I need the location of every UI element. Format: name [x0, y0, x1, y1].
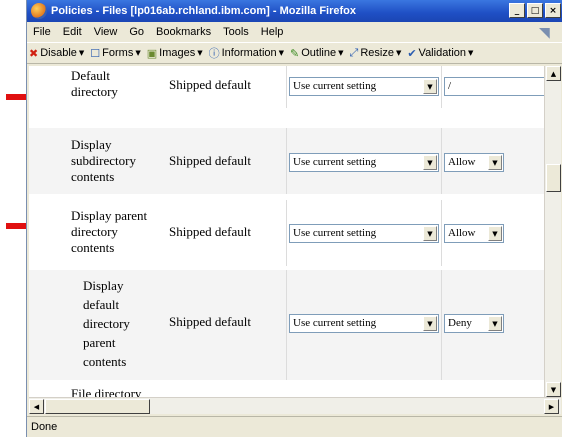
minimize-button[interactable]: _ [509, 3, 525, 18]
setting-select[interactable]: Use current setting ▼ [289, 224, 439, 243]
toolbar-information-button[interactable]: ⓘ Information ▼ [209, 45, 284, 61]
horizontal-scrollbar[interactable]: ◀ ▶ [29, 397, 561, 414]
policy-source: Shipped default [169, 77, 251, 92]
toolbar-images-button[interactable]: ▣ Images ▼ [147, 47, 203, 60]
scroll-left-icon[interactable]: ◀ [29, 399, 44, 414]
policy-row-default-directory: Default directory Shipped default Use cur… [29, 66, 544, 108]
forms-icon: ☐ [90, 46, 101, 60]
vertical-scroll-thumb[interactable] [546, 164, 561, 192]
status-text: Done [31, 421, 58, 433]
menu-file[interactable]: File [27, 26, 57, 38]
policy-row-display-subdirectory: Display subdirectory contents Shipped defa… [29, 128, 544, 194]
dropdown-icon: ▼ [197, 49, 203, 57]
toolbar-resize-button[interactable]: ⤢ Resize ▼ [350, 46, 402, 60]
resize-icon: ⤢ [349, 46, 359, 59]
policy-name: Default directory [71, 68, 118, 99]
browser-window: Policies - Files [lp016ab.rchland.ibm.co… [26, 0, 562, 437]
info-icon: ⓘ [208, 47, 220, 60]
x-icon: ✖ [29, 46, 39, 60]
chevron-down-icon: ▼ [423, 79, 437, 94]
policy-name: Display parent directory contents [71, 208, 148, 255]
dropdown-icon: ▼ [135, 49, 141, 57]
webdev-toolbar: ✖ Disable ▼ ☐ Forms ▼ ▣ Images ▼ ⓘ Information ▼… [27, 42, 562, 64]
close-button[interactable]: × [545, 3, 561, 18]
menu-bar: File Edit View Go Bookmarks Tools Help ◥ [27, 22, 562, 42]
scroll-right-icon[interactable]: ▶ [544, 399, 559, 414]
toolbar-outline-button[interactable]: ✎ Outline ▼ [290, 47, 343, 60]
dropdown-icon: ▼ [468, 49, 474, 57]
toolbar-validation-button[interactable]: ✔ Validation ▼ [407, 47, 473, 60]
scroll-down-icon[interactable]: ▼ [546, 382, 561, 397]
dropdown-icon: ▼ [78, 49, 85, 57]
setting-select[interactable]: Use current setting ▼ [289, 153, 439, 172]
value-select[interactable]: Deny ▼ [444, 314, 504, 333]
chevron-down-icon: ▼ [423, 316, 437, 331]
policy-name: Display subdirectory contents [71, 137, 136, 184]
setting-select[interactable]: Use current setting ▼ [289, 314, 439, 333]
check-icon: ✔ [407, 46, 417, 60]
horizontal-scroll-thumb[interactable] [45, 399, 150, 414]
dropdown-icon: ▼ [395, 49, 402, 57]
menu-bookmarks[interactable]: Bookmarks [150, 26, 217, 38]
menu-view[interactable]: View [88, 26, 124, 38]
policy-source: Shipped default [169, 153, 251, 168]
chevron-down-icon: ▼ [488, 316, 502, 331]
maximize-button[interactable]: □ [527, 3, 543, 18]
title-bar[interactable]: Policies - Files [lp016ab.rchland.ibm.co… [27, 0, 562, 22]
policy-table: Default directory Shipped default Use cur… [29, 66, 544, 397]
policy-source: Shipped default [169, 314, 251, 329]
chevron-down-icon: ▼ [423, 226, 437, 241]
window-title: Policies - Files [lp016ab.rchland.ibm.co… [51, 5, 357, 17]
policy-name: File directory [71, 386, 142, 397]
firefox-icon [31, 3, 47, 19]
chevron-down-icon: ▼ [488, 226, 502, 241]
dropdown-icon: ▼ [338, 49, 344, 57]
value-input[interactable]: / [444, 77, 544, 96]
scroll-up-icon[interactable]: ▲ [546, 66, 561, 81]
value-select[interactable]: Allow ▼ [444, 224, 504, 243]
vertical-scrollbar[interactable]: ▲ ▼ [544, 66, 561, 397]
chevron-down-icon: ▼ [423, 155, 437, 170]
menu-help[interactable]: Help [255, 26, 290, 38]
dropdown-icon: ▼ [278, 49, 285, 57]
setting-select[interactable]: Use current setting ▼ [289, 77, 439, 96]
menu-tools[interactable]: Tools [217, 26, 255, 38]
menu-edit[interactable]: Edit [57, 26, 88, 38]
value-select[interactable]: Allow ▼ [444, 153, 504, 172]
stage: Policies - Files [lp016ab.rchland.ibm.co… [0, 0, 562, 437]
policy-source: Shipped default [169, 224, 251, 239]
menu-go[interactable]: Go [123, 26, 150, 38]
policy-name: Display default directory parent contents [83, 278, 130, 369]
policy-row-display-parent: Display parent directory contents Shipped … [29, 200, 544, 266]
status-bar: Done [27, 416, 562, 437]
chevron-down-icon: ▼ [488, 155, 502, 170]
policy-row-display-default-parent: Display default directory parent contents Sh… [29, 270, 544, 380]
pencil-icon: ✎ [290, 46, 300, 60]
toolbar-forms-button[interactable]: ☐ Forms ▼ [90, 47, 140, 60]
images-icon: ▣ [146, 46, 158, 60]
toolbar-disable-button[interactable]: ✖ Disable ▼ [29, 47, 84, 60]
policy-row-file-directory: File directory [29, 384, 544, 397]
throbber-icon: ◥ [539, 24, 550, 40]
